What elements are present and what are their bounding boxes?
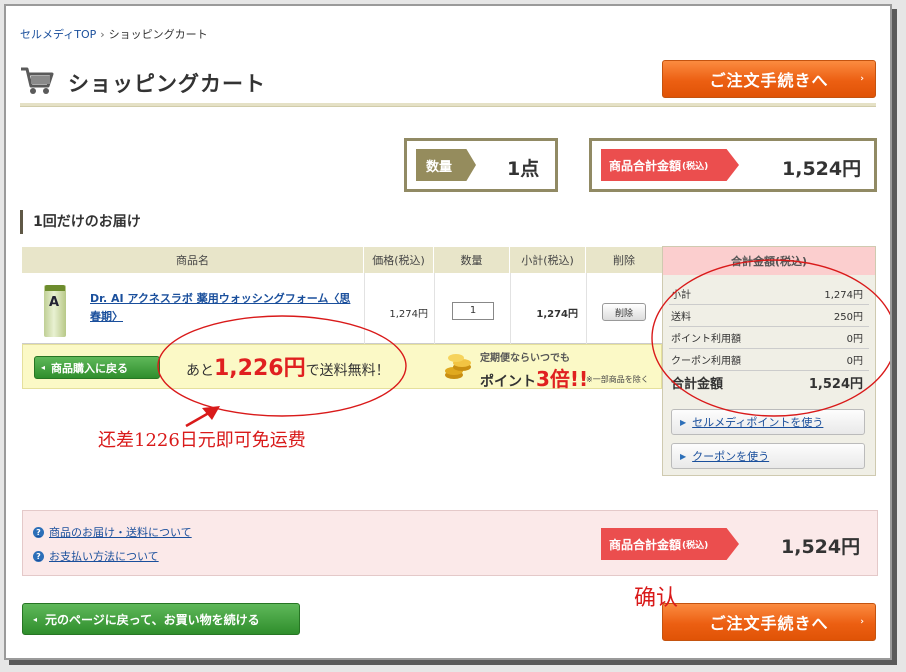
chevron-left-icon: ◂ bbox=[33, 614, 38, 624]
quantity-summary-box: 数量 1点 bbox=[404, 138, 558, 192]
help-payment-label: お支払い方法について bbox=[49, 550, 159, 563]
totals-row-subtotal: 小計 1,274円 bbox=[669, 283, 869, 305]
remain-suffix: で送料無料！ bbox=[305, 363, 390, 379]
annotation-free-shipping-note: 还差1226日元即可免运费 bbox=[98, 430, 306, 451]
remain-amount: 1,226円 bbox=[214, 356, 306, 381]
breadcrumb-home-link[interactable]: セルメディTOP bbox=[20, 28, 96, 41]
annotation-arrow-line bbox=[185, 408, 215, 428]
use-coupon-label: クーポンを使う bbox=[692, 450, 770, 463]
back-to-shopping-label: 商品購入に戻る bbox=[51, 361, 129, 375]
totals-row-value: 1,274円 bbox=[824, 290, 863, 301]
footer-total-value: 1,524円 bbox=[781, 536, 861, 558]
product-subtotal: 1,274円 bbox=[536, 308, 578, 320]
totals-row-value: 0円 bbox=[846, 356, 863, 367]
grand-total-value: 1,524円 bbox=[808, 376, 863, 392]
subscription-promo-multiplier: 3倍!! bbox=[536, 367, 589, 391]
totals-row-label: 送料 bbox=[671, 312, 691, 323]
shopping-cart-icon bbox=[21, 67, 54, 94]
use-points-button[interactable]: ▶ セルメディポイントを使う bbox=[671, 409, 865, 435]
breadcrumb-current: ショッピングカート bbox=[108, 28, 208, 41]
back-to-shopping-button[interactable]: ◂ 商品購入に戻る bbox=[34, 356, 160, 379]
help-delivery-link[interactable]: ? 商品のお届け・送料について bbox=[33, 524, 192, 540]
subscription-promo-note: ※一部商品を除く bbox=[586, 375, 649, 384]
totals-row-shipping: 送料 250円 bbox=[669, 305, 869, 327]
coins-icon bbox=[445, 354, 471, 379]
total-label: 商品合計金額 (税込) bbox=[601, 149, 739, 181]
proceed-to-order-label: ご注文手続きへ bbox=[709, 614, 829, 633]
header-price: 価格(税込) bbox=[364, 247, 434, 273]
help-delivery-label: 商品のお届け・送料について bbox=[49, 526, 192, 539]
totals-row-grand-total: 合計金額 1,524円 bbox=[669, 371, 869, 393]
remain-prefix: あと bbox=[186, 363, 214, 379]
product-name-link[interactable]: Dr. AI アクネスラボ 薬用ウォッシングフォーム〈思春期〉 bbox=[90, 290, 360, 326]
help-payment-link[interactable]: ? お支払い方法について bbox=[33, 548, 159, 564]
cart-page: セルメディTOP › ショッピングカート ショッピングカート ご注文手続きへ › 数… bbox=[4, 4, 892, 660]
quantity-input[interactable]: 1 bbox=[452, 302, 494, 320]
free-shipping-remaining: あと1,226円で送料無料！ bbox=[186, 350, 390, 382]
use-points-label: セルメディポイントを使う bbox=[692, 416, 824, 429]
delete-button[interactable]: 削除 bbox=[602, 303, 646, 321]
totals-row-label: クーポン利用額 bbox=[671, 356, 741, 367]
help-icon: ? bbox=[33, 526, 44, 538]
column-divider bbox=[586, 273, 587, 344]
header-delete: 削除 bbox=[586, 247, 662, 273]
chevron-right-icon: › bbox=[860, 617, 865, 627]
totals-list: 小計 1,274円 送料 250円 ポイント利用額 0円 クーポン利用額 0円 合計金額… bbox=[669, 283, 869, 393]
header-product-name: 商品名 bbox=[22, 247, 364, 273]
page-title: ショッピングカート bbox=[68, 72, 266, 96]
header-subtotal: 小計(税込) bbox=[510, 247, 586, 273]
chevron-right-icon: › bbox=[860, 74, 865, 84]
footer-total-tax-label: (税込) bbox=[682, 540, 709, 551]
subscription-promo-line1: 定期便ならいつでも bbox=[480, 353, 570, 364]
title-divider bbox=[20, 103, 876, 107]
proceed-to-order-label: ご注文手続きへ bbox=[709, 71, 829, 90]
subscription-promo-line2: ポイント3倍!! bbox=[480, 363, 588, 392]
totals-row-points: ポイント利用額 0円 bbox=[669, 327, 869, 349]
order-totals-panel: 合計金額(税込) 小計 1,274円 送料 250円 ポイント利用額 0円 クーポン利… bbox=[662, 246, 876, 476]
footer-total-label: 商品合計金額 (税込) bbox=[601, 528, 739, 560]
continue-shopping-button[interactable]: ◂ 元のページに戻って、お買い物を続ける bbox=[22, 603, 300, 635]
breadcrumb-separator: › bbox=[100, 28, 105, 41]
annotation-arrow-head bbox=[202, 406, 220, 420]
product-image[interactable]: A bbox=[44, 285, 66, 337]
total-value: 1,524円 bbox=[782, 158, 862, 180]
total-label-text: 商品合計金額 bbox=[609, 158, 682, 173]
quantity-value: 1点 bbox=[507, 158, 540, 180]
chevron-left-icon: ◂ bbox=[41, 363, 46, 372]
use-coupon-button[interactable]: ▶ クーポンを使う bbox=[671, 443, 865, 469]
continue-shopping-label: 元のページに戻って、お買い物を続ける bbox=[45, 612, 260, 627]
total-tax-label: (税込) bbox=[682, 161, 709, 172]
product-price: 1,274円 bbox=[389, 308, 428, 320]
totals-row-value: 0円 bbox=[846, 334, 863, 345]
footer-total-panel: ? 商品のお届け・送料について ? お支払い方法について 商品合計金額 (税込) 1,… bbox=[22, 510, 878, 576]
product-image-letter: A bbox=[49, 295, 60, 310]
section-heading: 1回だけのお届け bbox=[20, 210, 141, 234]
totals-row-label: ポイント利用額 bbox=[671, 334, 741, 345]
triangle-right-icon: ▶ bbox=[680, 451, 687, 461]
totals-row-coupon: クーポン利用額 0円 bbox=[669, 349, 869, 371]
help-icon: ? bbox=[33, 550, 44, 562]
proceed-to-order-button-bottom[interactable]: ご注文手続きへ › bbox=[662, 603, 876, 641]
proceed-to-order-button-top[interactable]: ご注文手続きへ › bbox=[662, 60, 876, 98]
total-summary-box: 商品合計金額 (税込) 1,524円 bbox=[589, 138, 877, 192]
subscription-promo-prefix: ポイント bbox=[480, 374, 536, 390]
header-quantity: 数量 bbox=[434, 247, 510, 273]
grand-total-label: 合計金額 bbox=[671, 376, 724, 392]
quantity-label: 数量 bbox=[416, 149, 476, 181]
column-divider bbox=[434, 273, 435, 344]
triangle-right-icon: ▶ bbox=[680, 417, 687, 427]
breadcrumb: セルメディTOP › ショッピングカート bbox=[20, 26, 208, 42]
totals-row-label: 小計 bbox=[671, 290, 691, 301]
annotation-confirm-note: 确认 bbox=[634, 586, 679, 611]
totals-heading: 合計金額(税込) bbox=[663, 247, 875, 275]
footer-total-label-text: 商品合計金額 bbox=[609, 537, 682, 552]
totals-row-value: 250円 bbox=[833, 312, 863, 323]
